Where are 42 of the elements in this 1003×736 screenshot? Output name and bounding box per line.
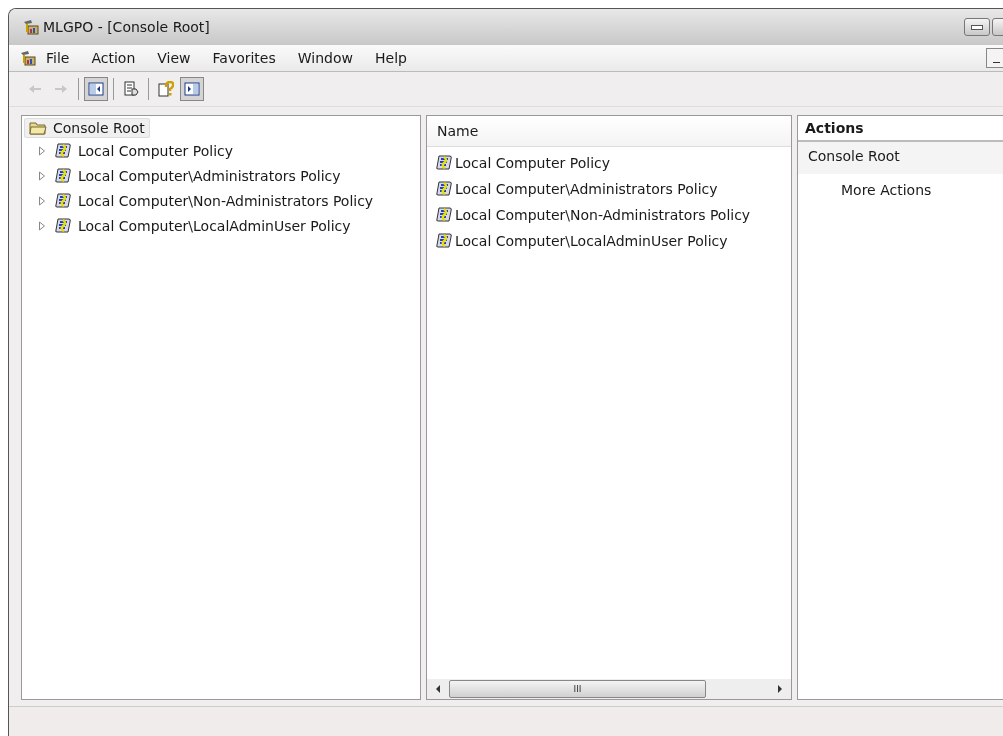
menu-item[interactable]: Action bbox=[80, 50, 147, 66]
scroll-icon bbox=[54, 216, 72, 235]
expand-arrow-icon[interactable] bbox=[38, 220, 46, 231]
list-item[interactable]: Local Computer\Non-Administrators Policy bbox=[455, 207, 751, 223]
scrollbar-thumb[interactable]: III bbox=[449, 680, 706, 698]
scroll-icon bbox=[435, 232, 453, 250]
scroll-icon bbox=[435, 154, 453, 172]
list-item[interactable]: Local Computer Policy bbox=[455, 155, 611, 171]
horizontal-scrollbar[interactable]: III bbox=[427, 679, 791, 699]
scroll-right-icon[interactable] bbox=[777, 685, 783, 693]
minimize-button[interactable] bbox=[964, 18, 990, 36]
list-item[interactable]: Local Computer\LocalAdminUser Policy bbox=[455, 233, 728, 249]
window-title: MLGPO - [Console Root] bbox=[43, 19, 211, 35]
tree-item[interactable]: Local Computer\Administrators Policy bbox=[78, 167, 341, 184]
menu-item[interactable]: File bbox=[44, 50, 81, 66]
scroll-icon bbox=[435, 206, 453, 224]
expand-arrow-icon[interactable] bbox=[38, 170, 46, 181]
scroll-icon bbox=[54, 191, 72, 210]
menu-item[interactable]: Help bbox=[364, 50, 418, 66]
tree-item[interactable]: Console Root bbox=[24, 118, 150, 138]
expand-arrow-icon[interactable] bbox=[38, 145, 46, 156]
menu-item[interactable]: View bbox=[146, 50, 202, 66]
expand-arrow-icon[interactable] bbox=[38, 195, 46, 206]
list-item[interactable]: Local Computer\Administrators Policy bbox=[455, 181, 718, 197]
scroll-left-icon[interactable] bbox=[435, 685, 441, 693]
minimize-button[interactable] bbox=[986, 48, 1003, 68]
scroll-icon bbox=[54, 166, 72, 185]
tree-item[interactable]: Local Computer Policy bbox=[78, 142, 234, 159]
menu-item[interactable]: Window bbox=[286, 50, 364, 66]
pane-toggle-button[interactable] bbox=[84, 77, 108, 101]
tree-item[interactable]: Local Computer\Non-Administrators Policy bbox=[78, 192, 374, 209]
column-header[interactable]: Name bbox=[427, 123, 479, 139]
menu-item[interactable]: Favorites bbox=[201, 50, 287, 66]
toolbox-icon bbox=[20, 50, 36, 66]
action-section-heading[interactable]: Console Root bbox=[798, 142, 1003, 174]
tree-item[interactable]: Local Computer\LocalAdminUser Policy bbox=[78, 217, 351, 234]
toolbox-icon bbox=[23, 19, 39, 35]
pane-toggle-button[interactable] bbox=[180, 77, 204, 101]
action-link[interactable]: More Actions bbox=[798, 174, 1003, 198]
scroll-icon bbox=[435, 180, 453, 198]
scroll-icon bbox=[54, 141, 72, 160]
folder-icon bbox=[29, 120, 47, 136]
